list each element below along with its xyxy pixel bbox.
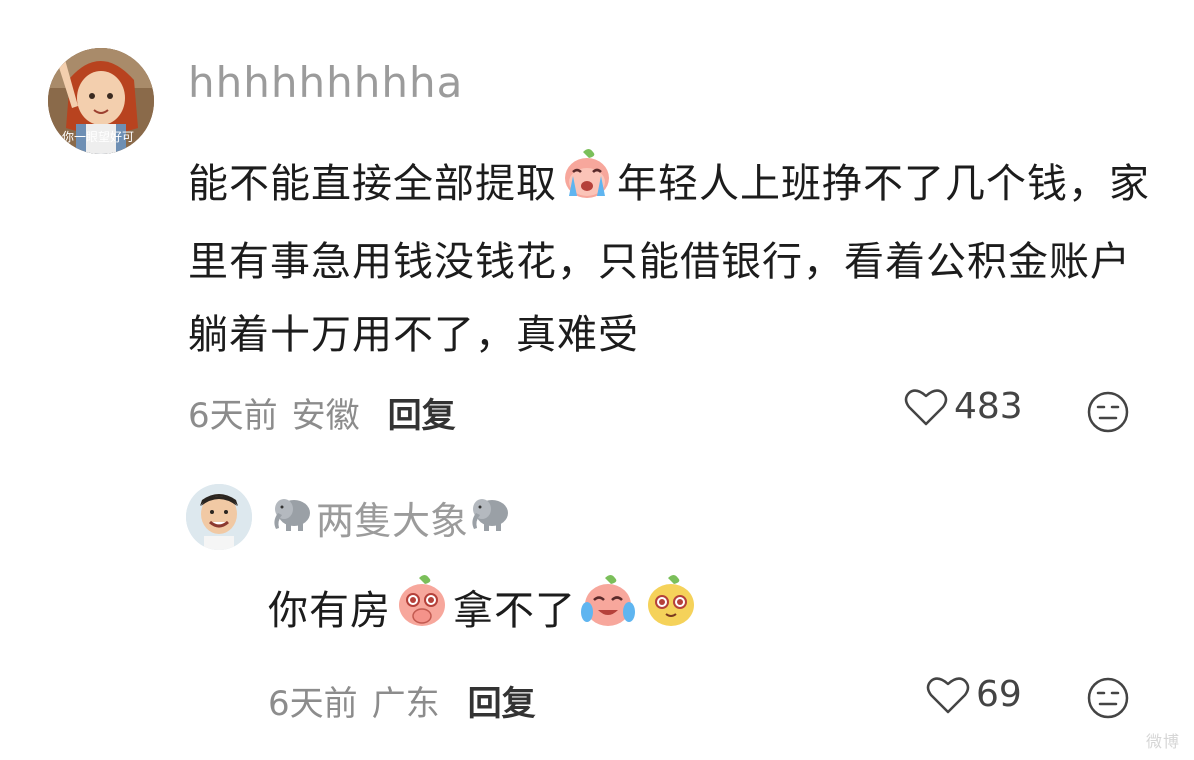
meh-face-icon [1087,677,1129,719]
watermark: 微博 [1145,732,1180,751]
comment-text-part-1: 你有房 [268,588,391,634]
avatar-photo [186,484,252,550]
avatar[interactable]: 你一眼望好可 [48,48,154,154]
avatar[interactable] [186,484,252,550]
comment-location: 安徽 [291,396,360,436]
crying-laughing-peach-emoji-icon [578,572,638,654]
comment-time: 6天前 [188,396,278,436]
reply-button[interactable]: 回复 [468,676,536,725]
comment-text-part-2: 拿不了 [453,588,576,634]
dislike-button[interactable] [1086,676,1130,724]
username[interactable]: 两隻大象 [270,490,514,545]
comment-location: 广东 [371,684,440,724]
comment-text-part-1: 能不能直接全部提取 [188,161,557,207]
comment-text: 你有房 拿不了 [268,572,1168,654]
comment-text: 能不能直接全部提取 年轻人上班挣不了几个钱，家里有事急用钱没钱花，只能借银行，看… [188,146,1158,372]
username-text: 两隻大象 [316,499,469,543]
like-count: 69 [976,674,1022,715]
comment-time: 6天前 [268,684,358,724]
comment-meta: 6天前 安徽 回复 [188,388,456,437]
heart-icon [926,676,970,713]
elephant-emoji-icon [468,493,514,542]
reply-button[interactable]: 回复 [388,388,456,437]
like-button[interactable]: 483 [904,386,1023,427]
avatar-caption: 你一眼望好可 [62,130,135,144]
like-button[interactable]: 69 [926,674,1022,715]
yellow-face-emoji-icon [642,572,700,654]
elephant-emoji-icon [270,493,316,542]
shy-peach-emoji-icon [393,572,451,654]
dislike-button[interactable] [1086,390,1130,438]
like-count: 483 [954,386,1023,427]
comment-meta: 6天前 广东 回复 [268,676,536,725]
heart-icon [904,388,948,425]
meh-face-icon [1087,391,1129,433]
crying-peach-emoji-icon [559,146,615,226]
username[interactable]: hhhhhhhhha [188,58,463,107]
